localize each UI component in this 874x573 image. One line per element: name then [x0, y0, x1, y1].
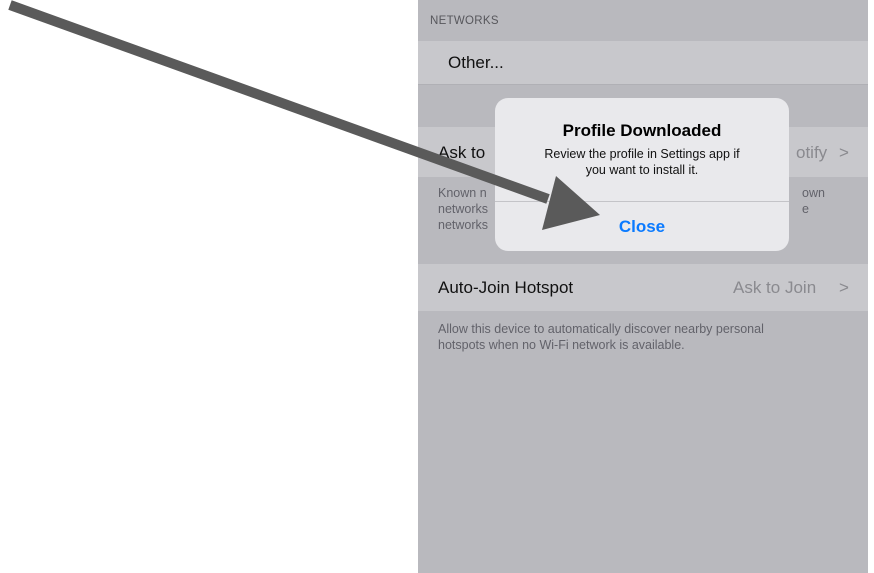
auto-join-hotspot-cell[interactable]: Auto-Join Hotspot Ask to Join > [418, 264, 868, 311]
ask-to-join-label: Ask to [438, 143, 486, 162]
footer-line: Known n [438, 186, 487, 200]
alert-title: Profile Downloaded [562, 121, 722, 140]
footer-line: e [802, 202, 809, 216]
close-button[interactable]: Close [495, 202, 789, 251]
auto-join-hotspot-footer: Allow this device to automatically disco… [438, 321, 858, 353]
auto-join-hotspot-value: Ask to Join [733, 278, 817, 297]
ask-to-join-footer-left: Known n networks networks [438, 185, 488, 233]
alert-message-line: Review the profile in Settings app if [544, 147, 740, 161]
wifi-settings-screen: NETWORKS Other... Ask to otify > Known n… [418, 0, 868, 573]
footer-line: hotspots when no Wi-Fi network is availa… [438, 338, 685, 352]
alert-message-line: you want to install it. [585, 163, 699, 177]
auto-join-hotspot-label: Auto-Join Hotspot [438, 278, 574, 297]
ask-to-join-value: otify [796, 143, 828, 162]
footer-line: Allow this device to automatically disco… [438, 322, 764, 336]
footer-line: networks [438, 202, 489, 216]
footer-line: networks [438, 218, 489, 232]
other-network-cell[interactable]: Other... [418, 41, 868, 84]
ask-to-join-footer-right: own e [802, 185, 825, 217]
screenshot-stage: NETWORKS Other... Ask to otify > Known n… [0, 0, 874, 573]
chevron-right-icon: > [839, 278, 849, 297]
alert-message: Review the profile in Settings app if yo… [509, 146, 775, 178]
networks-section-header: NETWORKS [430, 15, 499, 27]
chevron-right-icon: > [839, 143, 849, 162]
profile-downloaded-alert: Profile Downloaded Review the profile in… [495, 98, 789, 251]
footer-line: own [802, 186, 825, 200]
other-network-label: Other... [448, 53, 504, 72]
cell-separator [418, 84, 868, 85]
